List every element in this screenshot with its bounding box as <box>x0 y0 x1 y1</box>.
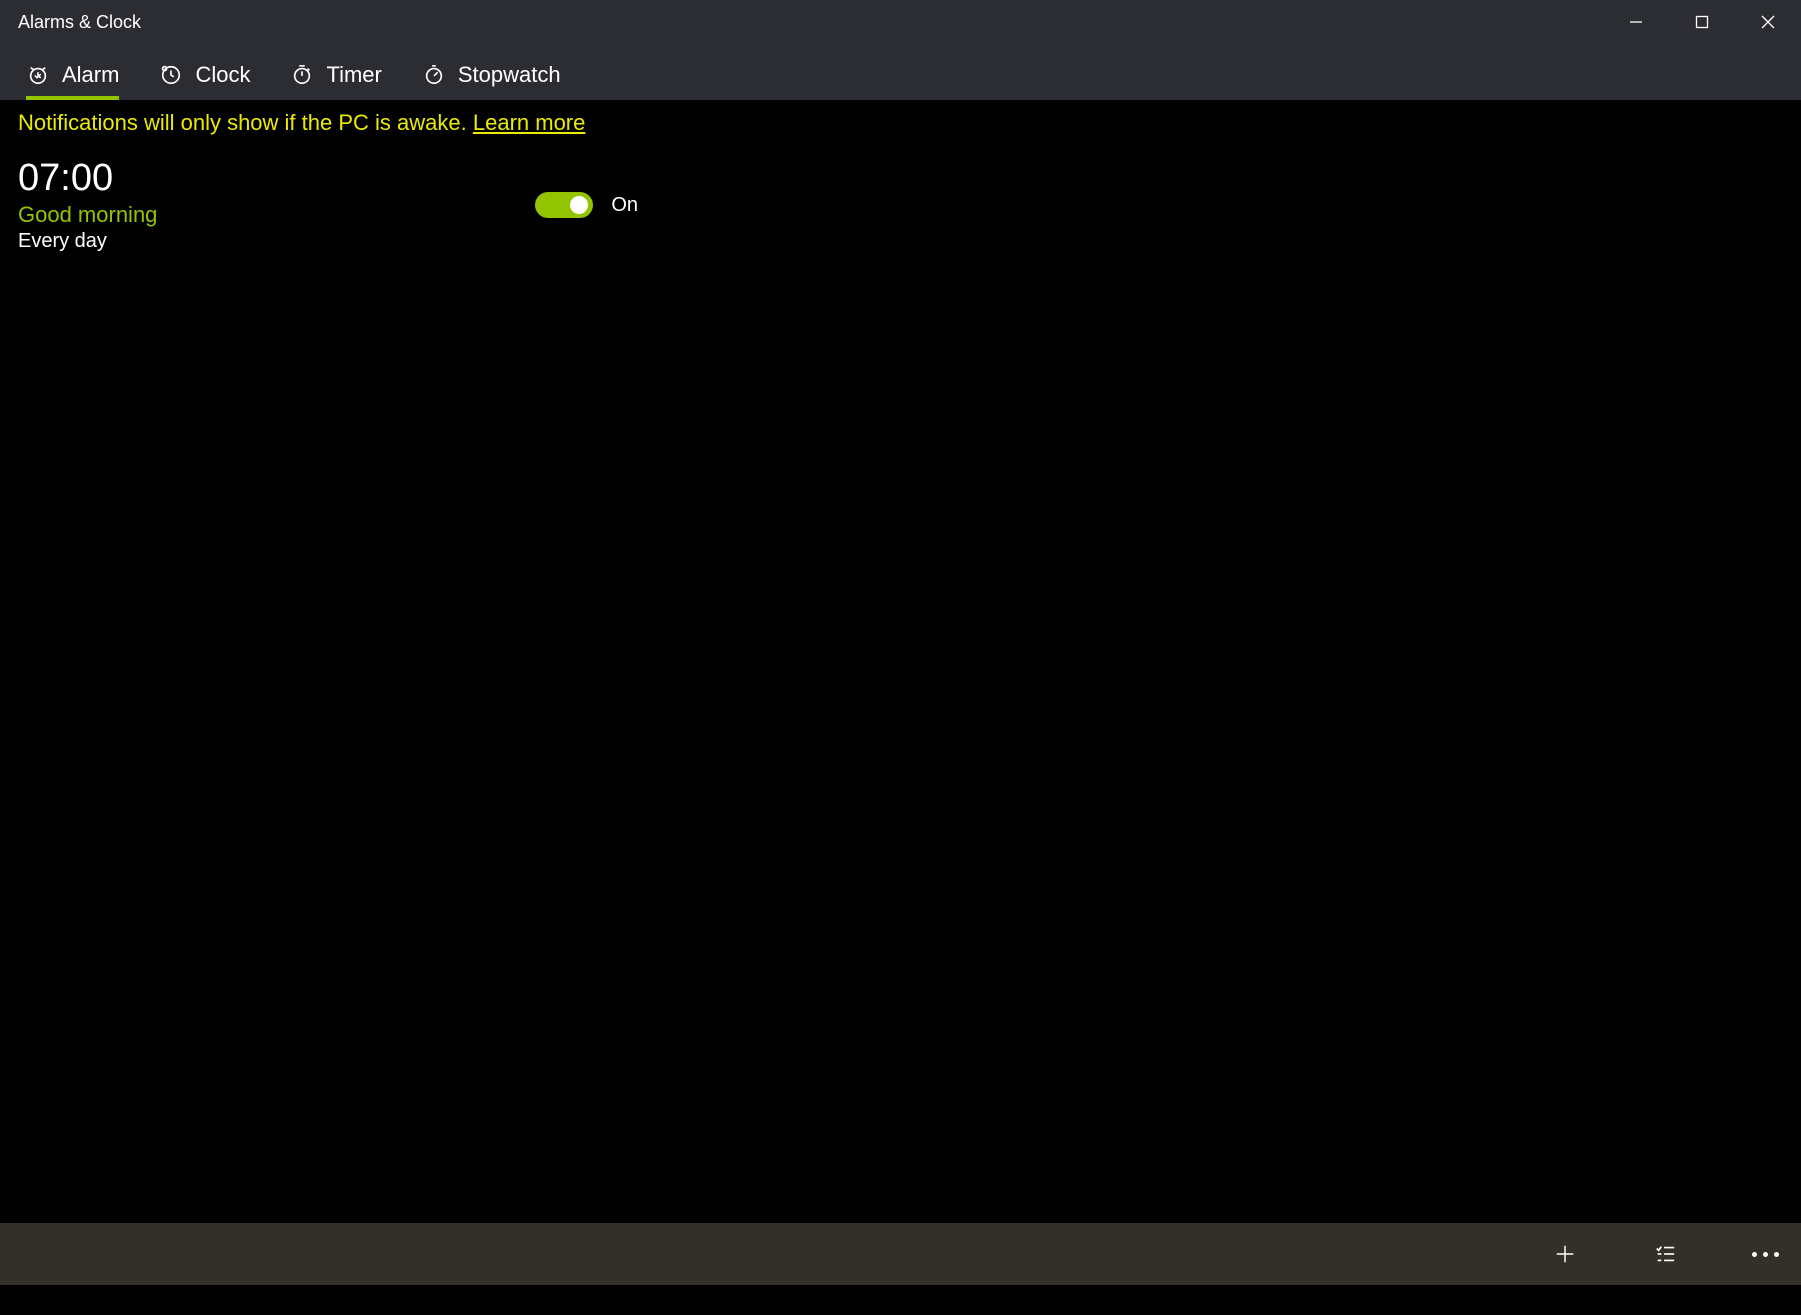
alarm-name: Good morning <box>18 202 535 228</box>
more-icon <box>1752 1252 1779 1257</box>
window-title: Alarms & Clock <box>0 12 141 33</box>
tab-label: Clock <box>195 62 250 88</box>
toggle-knob <box>570 196 588 214</box>
title-bar: Alarms & Clock <box>0 0 1801 44</box>
alarm-list: 07:00 Good morning Every day On <box>0 146 1801 265</box>
tab-bar: Alarm Clock Timer <box>0 44 1801 100</box>
timer-icon <box>290 63 314 87</box>
learn-more-link[interactable]: Learn more <box>473 110 586 135</box>
window-controls <box>1603 0 1801 44</box>
alarm-icon <box>26 63 50 87</box>
close-icon <box>1761 15 1775 29</box>
tab-clock[interactable]: Clock <box>139 52 270 100</box>
close-button[interactable] <box>1735 0 1801 44</box>
minimize-button[interactable] <box>1603 0 1669 44</box>
minimize-icon <box>1629 15 1643 29</box>
alarm-time: 07:00 <box>18 158 535 200</box>
stopwatch-icon <box>422 63 446 87</box>
tab-label: Alarm <box>62 62 119 88</box>
content-area: Notifications will only show if the PC i… <box>0 100 1801 1223</box>
tab-alarm[interactable]: Alarm <box>6 52 139 100</box>
notification-text: Notifications will only show if the PC i… <box>18 110 473 135</box>
command-bar <box>0 1223 1801 1285</box>
app-window: Alarms & Clock <box>0 0 1801 1315</box>
alarm-repeat: Every day <box>18 230 535 253</box>
select-alarms-button[interactable] <box>1645 1234 1685 1274</box>
alarm-toggle-group: On <box>535 192 638 218</box>
plus-icon <box>1554 1243 1576 1265</box>
more-button[interactable] <box>1745 1234 1785 1274</box>
tab-stopwatch[interactable]: Stopwatch <box>402 52 581 100</box>
alarm-toggle[interactable] <box>535 192 593 218</box>
maximize-icon <box>1695 15 1709 29</box>
toggle-state-label: On <box>611 194 638 217</box>
checklist-icon <box>1654 1243 1676 1265</box>
alarm-item[interactable]: 07:00 Good morning Every day On <box>18 152 638 259</box>
alarm-info: 07:00 Good morning Every day <box>18 158 535 253</box>
tab-label: Stopwatch <box>458 62 561 88</box>
clock-icon <box>159 63 183 87</box>
maximize-button[interactable] <box>1669 0 1735 44</box>
add-alarm-button[interactable] <box>1545 1234 1585 1274</box>
tab-label: Timer <box>326 62 381 88</box>
tab-timer[interactable]: Timer <box>270 52 401 100</box>
bottom-strip <box>0 1285 1801 1315</box>
notification-banner: Notifications will only show if the PC i… <box>0 100 1801 146</box>
